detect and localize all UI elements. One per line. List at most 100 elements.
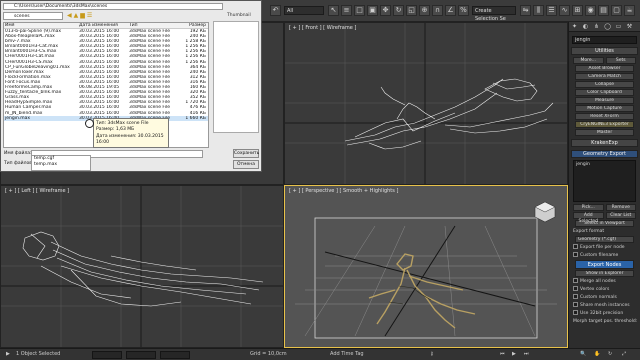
window-crossing-icon[interactable]: ▣ xyxy=(367,5,378,16)
z-coordinate-field[interactable] xyxy=(160,351,190,359)
orbit-icon[interactable]: ↻ xyxy=(608,349,612,360)
column-date[interactable]: Дата изменения xyxy=(78,23,128,28)
percent-snap-icon[interactable]: % xyxy=(458,5,469,16)
maximize-viewport-icon[interactable]: ⤢ xyxy=(622,349,626,360)
angle-snap-icon[interactable]: ∠ xyxy=(445,5,456,16)
viewport-perspective[interactable]: [ + ] [ Perspective ] [ Smooth + Highlig… xyxy=(284,185,568,348)
checkbox[interactable] xyxy=(573,294,578,299)
clear-list-button[interactable]: Clear List xyxy=(605,212,636,219)
render-setup-icon[interactable]: ▤ xyxy=(598,5,609,16)
render-frame-icon[interactable]: ▢ xyxy=(611,5,622,16)
y-coordinate-field[interactable] xyxy=(126,351,156,359)
display-tab-icon[interactable]: ▭ xyxy=(613,22,624,31)
select-in-viewport-button[interactable]: Select in Viewport xyxy=(575,220,634,227)
selection-filter-dropdown[interactable]: All xyxy=(284,6,324,15)
column-size[interactable]: Размер xyxy=(178,23,208,28)
motion-capture-button[interactable]: Motion Capture xyxy=(575,105,634,112)
export-file-per-node-option[interactable]: Export file per node xyxy=(573,244,636,251)
export-nodes-button[interactable]: Export Nodes xyxy=(575,260,634,269)
play-animation-icon[interactable]: ▶ xyxy=(512,349,516,360)
use-32bit-precision-option[interactable]: Use 32bit precision xyxy=(573,310,636,317)
checkbox[interactable] xyxy=(573,286,578,291)
view-menu-icon[interactable]: ☰ xyxy=(87,12,94,19)
checkbox[interactable] xyxy=(573,278,578,283)
key-icon[interactable]: ⚷ xyxy=(430,349,434,360)
move-icon[interactable]: ✥ xyxy=(380,5,391,16)
cryengine-exporter-button[interactable]: CryENGINE3 Exporter xyxy=(575,121,634,128)
add-selected-button[interactable]: Add Selected xyxy=(573,212,604,224)
checkbox[interactable] xyxy=(573,310,578,315)
export-node-item[interactable]: jengin xyxy=(576,162,633,167)
undo-icon[interactable]: ↶ xyxy=(270,5,281,16)
named-selection-sets[interactable]: Create Selection Se xyxy=(472,6,516,22)
render-icon[interactable]: ☕ xyxy=(624,5,635,16)
object-name-field[interactable]: jengin xyxy=(572,36,637,44)
merge-all-nodes-option[interactable]: Merge all nodes xyxy=(573,278,636,285)
zoom-icon[interactable]: 🔍 xyxy=(580,349,586,360)
more-button[interactable]: More... xyxy=(573,57,604,64)
viewport-front[interactable]: [ + ] [ Front ] [ Wireframe ] xyxy=(284,22,568,185)
vertex-colors-option[interactable]: Vertex colors xyxy=(573,286,636,293)
pick-button[interactable]: Pick... xyxy=(573,204,604,211)
select-by-name-icon[interactable]: ≡ xyxy=(341,5,352,16)
add-time-tag[interactable]: Add Time Tag xyxy=(330,349,364,360)
schematic-icon[interactable]: ⊞ xyxy=(572,5,583,16)
column-type[interactable]: Тип xyxy=(128,23,178,28)
export-node-list[interactable]: jengin xyxy=(573,160,636,202)
snap-icon[interactable]: ∩ xyxy=(432,5,443,16)
pivot-icon[interactable]: ⊕ xyxy=(419,5,430,16)
select-object-icon[interactable]: ↖ xyxy=(328,5,339,16)
pan-icon[interactable]: ✋ xyxy=(594,349,600,360)
cancel-button[interactable]: Отмена xyxy=(233,160,259,169)
file-size-cell: 1 660 КБ xyxy=(185,115,206,121)
prev-frame-icon[interactable]: ⏮ xyxy=(500,349,505,360)
create-tab-icon[interactable]: ✦ xyxy=(569,22,580,31)
column-name[interactable]: Имя xyxy=(4,23,78,28)
curve-editor-icon[interactable]: ∿ xyxy=(559,5,570,16)
checkbox[interactable] xyxy=(573,302,578,307)
camera-match-button[interactable]: Camera Match xyxy=(575,73,634,80)
path-field[interactable]: C:\Users\user\Documents\3dsMax\scenes xyxy=(3,3,223,10)
modify-tab-icon[interactable]: ◐ xyxy=(580,22,591,31)
reset-xform-button[interactable]: Reset XForm xyxy=(575,113,634,120)
custom-filename-option[interactable]: Custom filename xyxy=(573,252,636,259)
align-icon[interactable]: ⫼ xyxy=(533,5,544,16)
show-in-explorer-button[interactable]: Show in Explorer xyxy=(575,270,634,277)
remove-button[interactable]: Remove xyxy=(605,204,636,211)
custom-normals-option[interactable]: Custom normals xyxy=(573,294,636,301)
hierarchy-tab-icon[interactable]: ⋔ xyxy=(591,22,602,31)
share-mesh-instances-option[interactable]: Share mesh instances xyxy=(573,302,636,309)
history-item[interactable]: temp.max xyxy=(34,162,90,168)
rotate-icon[interactable]: ↻ xyxy=(393,5,404,16)
checkbox[interactable] xyxy=(573,244,578,249)
utilities-tab-icon[interactable]: ⚒ xyxy=(624,22,635,31)
measure-button[interactable]: Measure xyxy=(575,97,634,104)
material-editor-icon[interactable]: ◉ xyxy=(585,5,596,16)
utilities-rollout[interactable]: Utilities xyxy=(571,47,638,55)
viewcube-icon[interactable] xyxy=(534,201,556,223)
x-coordinate-field[interactable] xyxy=(92,351,122,359)
rect-select-icon[interactable]: □ xyxy=(354,5,365,16)
layer-icon[interactable]: ☰ xyxy=(546,5,557,16)
folder-dropdown[interactable]: scenes xyxy=(3,12,63,20)
next-frame-icon[interactable]: ⏭ xyxy=(524,349,529,360)
mirror-icon[interactable]: ⇋ xyxy=(520,5,531,16)
checkbox[interactable] xyxy=(573,252,578,257)
new-folder-icon[interactable]: ▆ xyxy=(80,12,87,19)
export-format-dropdown[interactable]: Geometry (*.cgf) xyxy=(575,236,634,243)
scale-icon[interactable]: ◱ xyxy=(406,5,417,16)
back-icon[interactable]: ◀ xyxy=(67,12,74,19)
geometry-export-rollout[interactable]: Geometry Export xyxy=(571,150,638,158)
master-button[interactable]: Master xyxy=(575,129,634,136)
export-format-label: Export format xyxy=(573,229,605,234)
asset-browser-button[interactable]: Asset Browser xyxy=(575,65,634,72)
krakenexp-rollout[interactable]: KrakenExp xyxy=(571,139,638,147)
play-icon[interactable]: ▶ xyxy=(6,349,10,360)
motion-tab-icon[interactable]: ◯ xyxy=(602,22,613,31)
history-dropdown[interactable]: temp.cgf temp.max xyxy=(31,155,91,171)
save-button[interactable]: Сохранить xyxy=(233,149,259,158)
viewport-left[interactable]: [ + ] [ Left ] [ Wireframe ] xyxy=(0,185,284,348)
collapse-button[interactable]: Collapse xyxy=(575,81,634,88)
sets-button[interactable]: Sets xyxy=(605,57,636,64)
color-clipboard-button[interactable]: Color Clipboard xyxy=(575,89,634,96)
